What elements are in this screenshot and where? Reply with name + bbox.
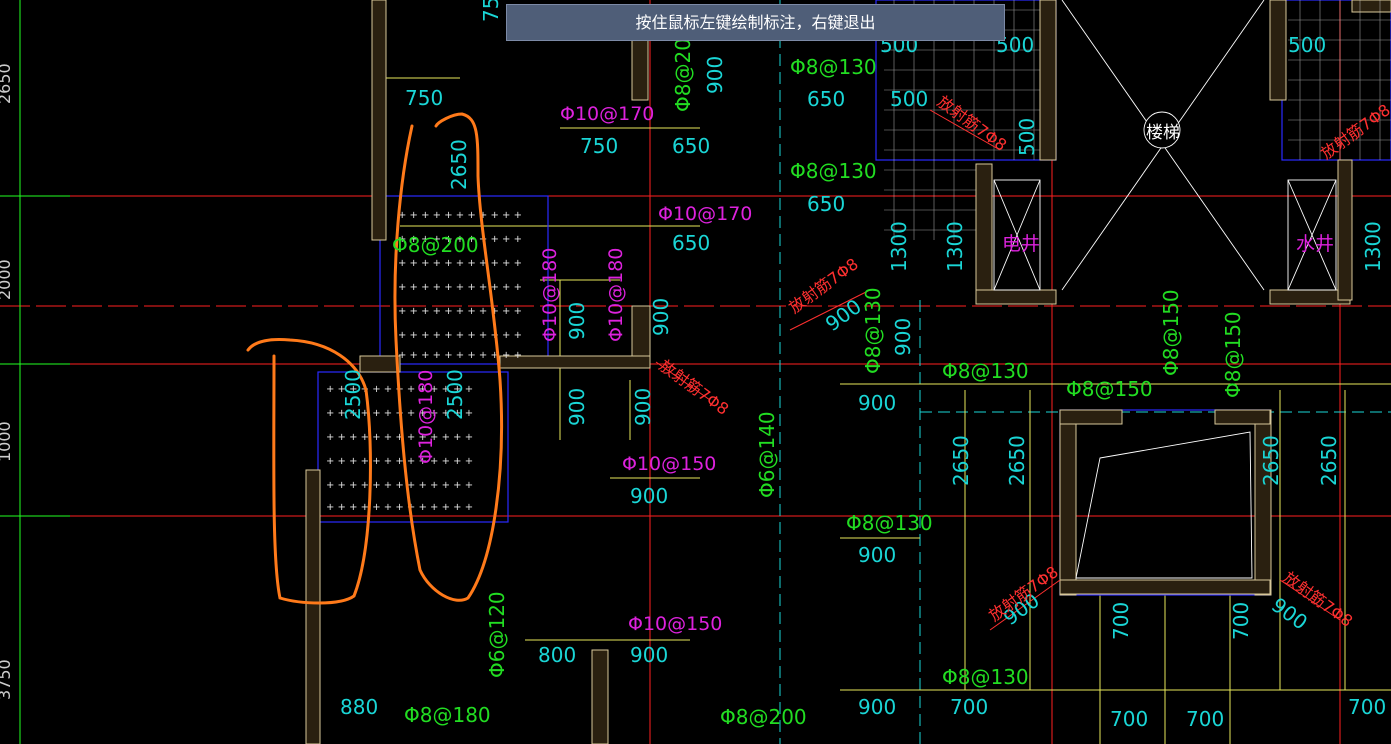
rebar-text: Φ10@170 <box>560 103 654 125</box>
dim-text: 900 <box>858 391 896 415</box>
dim-text: 700 <box>1109 602 1133 640</box>
rebar-text: Φ8@130 <box>790 55 877 79</box>
rebar-text: Φ8@150 <box>1066 377 1153 401</box>
svg-text:+ + + + + + + + + + +: + + + + + + + + + + + <box>398 258 522 269</box>
dim-text: 500 <box>1288 33 1326 57</box>
svg-text:+ + + + + + + + + + +: + + + + + + + + + + + <box>398 350 522 361</box>
dim-text: 700 <box>950 695 988 719</box>
axis-label: 1000 <box>0 421 14 462</box>
dim-text: 2650 <box>1259 435 1283 486</box>
rebar-text: Φ10@180 <box>539 248 561 342</box>
dim-text: 900 <box>891 318 915 356</box>
rebar-text: Φ8@130 <box>861 287 885 374</box>
rebar-text: Φ8@130 <box>846 511 933 535</box>
rebar-text: Φ10@180 <box>605 248 627 342</box>
dim-text: 700 <box>1229 602 1253 640</box>
dim-text: 900 <box>858 695 896 719</box>
shaft-label: 水井 <box>1296 233 1334 255</box>
rebar-text: Φ6@140 <box>755 411 779 498</box>
dim-text: 900 <box>565 302 589 340</box>
rebar-text: Φ10@150 <box>622 453 716 475</box>
svg-text:+ + + + + + + + + + + + +: + + + + + + + + + + + + + <box>326 502 473 513</box>
dim-text: 500 <box>890 87 928 111</box>
svg-text:+ + + + + + + + + + +: + + + + + + + + + + + <box>398 210 522 221</box>
cad-drawing-canvas[interactable]: + + + + + + + + + + + + + + + + + + + + … <box>0 0 1391 744</box>
dim-text: 1300 <box>1361 221 1385 272</box>
dim-text: 700 <box>1186 707 1224 731</box>
rebar-text: Φ8@130 <box>942 665 1029 689</box>
dim-text: 900 <box>630 643 668 667</box>
dim-text: 500 <box>1015 118 1039 156</box>
rebar-text: Φ8@150 <box>1159 289 1183 376</box>
dim-text: 1300 <box>943 221 967 272</box>
dim-text: 700 <box>1348 695 1386 719</box>
dim-text: 880 <box>340 695 378 719</box>
dim-text: 900 <box>631 388 655 426</box>
dim-text: 900 <box>703 56 727 94</box>
axis-label: 3750 <box>0 659 14 700</box>
dim-text: 2650 <box>1005 435 1029 486</box>
dim-text: 900 <box>649 298 673 336</box>
dim-text: 900 <box>858 543 896 567</box>
svg-text:+ + + + + + + + + + +: + + + + + + + + + + + <box>398 306 522 317</box>
rebar-text: Φ8@130 <box>790 159 877 183</box>
rebar-text: Φ8@130 <box>942 359 1029 383</box>
dim-text: 650 <box>807 87 845 111</box>
rebar-text: Φ6@120 <box>485 591 509 678</box>
svg-text:+ + + + + + + + + + +: + + + + + + + + + + + <box>398 330 522 341</box>
status-tooltip-banner: 按住鼠标左键绘制标注，右键退出 <box>506 4 1005 41</box>
dim-text: 2500 <box>443 369 467 420</box>
rebar-text: Φ10@170 <box>658 203 752 225</box>
dim-text: 750 <box>479 0 503 22</box>
svg-text:+ + + + + + + + + + + + +: + + + + + + + + + + + + + <box>326 456 473 467</box>
rebar-text: Φ8@200 <box>720 705 807 729</box>
rebar-text: Φ10@150 <box>628 613 722 635</box>
axis-label: 2650 <box>0 63 14 104</box>
dim-text: 650 <box>672 231 710 255</box>
rebar-text: Φ8@200 <box>392 233 479 257</box>
dim-text: 1300 <box>887 221 911 272</box>
dim-text: 650 <box>672 134 710 158</box>
dim-text: 900 <box>565 388 589 426</box>
shaft-label: 电井 <box>1002 233 1040 255</box>
rebar-text: Φ8@150 <box>1221 311 1245 398</box>
stair-label: 楼梯 <box>1146 123 1180 143</box>
dim-text: 650 <box>807 192 845 216</box>
dim-text: 2650 <box>949 435 973 486</box>
rebar-text: Φ8@180 <box>404 703 491 727</box>
svg-text:+ + + + + + + + + + + + +: + + + + + + + + + + + + + <box>326 432 473 443</box>
rebar-text: Φ10@180 <box>415 370 437 464</box>
dim-text: 750 <box>405 86 443 110</box>
dim-text: 900 <box>630 484 668 508</box>
dim-text: 2650 <box>1317 435 1341 486</box>
svg-text:+ + + + + + + + + + +: + + + + + + + + + + + <box>398 282 522 293</box>
dim-text: 750 <box>580 134 618 158</box>
dim-text: 2650 <box>447 139 471 190</box>
dim-text: 800 <box>538 643 576 667</box>
dim-text: 2500 <box>341 369 365 420</box>
axis-label: 2000 <box>0 259 14 300</box>
dim-text: 700 <box>1110 707 1148 731</box>
svg-text:+ + + + + + + + + + + + +: + + + + + + + + + + + + + <box>326 480 473 491</box>
